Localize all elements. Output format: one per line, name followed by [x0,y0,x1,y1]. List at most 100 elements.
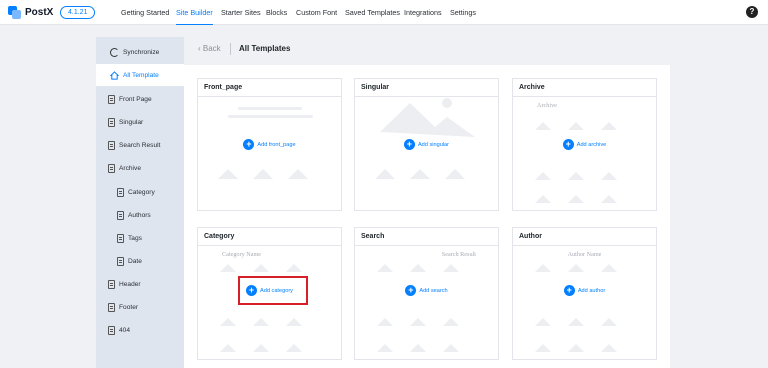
sidebar-item-header[interactable]: Header [96,273,184,295]
card-preview: Search Result + Add search [355,246,498,359]
card-preview: Category Name + Add category [198,246,341,359]
card-title: Author [513,228,656,246]
placeholder-image-icon [535,264,617,352]
sidebar-item-archive[interactable]: Archive [96,157,184,179]
document-icon [108,140,115,150]
document-icon [108,163,115,173]
breadcrumb: ‹ Back All Templates [184,37,670,65]
sidebar-item-category[interactable]: Category [96,181,184,203]
add-label: Add author [577,287,606,294]
sidebar-item-404[interactable]: 404 [96,319,184,341]
card-title: Front_page [198,79,341,97]
nav-getting-started[interactable]: Getting Started [121,0,169,25]
template-card-search: Search Search Result + Add search [354,227,499,360]
sidebar-item-synchronize[interactable]: Synchronize [96,41,184,63]
document-icon [108,325,115,335]
card-title: Search [355,228,498,246]
sidebar-item-label: Tags [128,234,142,242]
document-icon [117,256,124,266]
document-icon [117,210,124,220]
plus-icon: + [563,285,575,296]
template-card-singular: Singular + Add singular [354,78,499,211]
add-singular-button[interactable]: + Add singular [355,139,498,150]
add-label: Add category [260,287,293,294]
sidebar-item-label: Footer [119,303,139,311]
card-preview: + Add front_page [198,97,341,210]
postx-logo-icon [8,6,21,19]
card-title: Archive [513,79,656,97]
template-card-author: Author Author Name + Add author [512,227,657,360]
add-author-button[interactable]: + Add author [513,285,656,296]
placeholder-image-icon [377,264,459,352]
add-label: Add search [419,287,448,294]
placeholder-image-icon [375,98,475,179]
sidebar-item-front-page[interactable]: Front Page [96,88,184,110]
template-card-archive: Archive Archive + Add archive [512,78,657,211]
templates-panel: ‹ Back All Templates Front_page + Add fr… [184,37,670,368]
document-icon [117,233,124,243]
placeholder-image-icon [535,122,617,203]
sidebar-item-label: Authors [128,211,151,219]
nav-blocks[interactable]: Blocks [266,0,287,25]
nav-integrations[interactable]: Integrations [404,0,442,25]
app-name: PostX [25,7,54,18]
sidebar-item-label: All Template [123,71,159,79]
sidebar-item-search-result[interactable]: Search Result [96,134,184,156]
back-link[interactable]: ‹ Back [198,44,221,53]
nav-site-builder[interactable]: Site Builder [176,0,213,25]
document-icon [108,279,115,289]
document-icon [117,187,124,197]
sidebar: Synchronize All Template Front Page Sing… [96,37,184,368]
postx-logo[interactable]: PostX [8,5,53,20]
sidebar-item-label: Header [119,280,141,288]
sidebar-item-label: 404 [119,326,131,334]
sidebar-item-label: Front Page [119,95,152,103]
sidebar-item-label: Singular [119,118,144,126]
help-icon[interactable]: ? [746,6,758,18]
add-label: Add front_page [257,141,296,148]
home-icon [110,70,119,80]
page-title: All Templates [239,44,291,53]
add-label: Add archive [576,141,607,148]
document-icon [108,117,115,127]
template-card-category: Category Category Name + Add category [197,227,342,360]
nav-custom-font[interactable]: Custom Font [296,0,337,25]
template-card-front-page: Front_page + Add front_page [197,78,342,211]
document-icon [108,302,115,312]
plus-icon: + [562,139,574,150]
sync-icon [110,47,119,57]
breadcrumb-divider [230,43,231,55]
sidebar-item-label: Archive [119,164,141,172]
version-badge: 4.1.21 [60,6,96,19]
sidebar-item-label: Synchronize [123,48,160,56]
add-label: Add singular [417,141,450,148]
plus-icon: + [243,139,255,150]
sidebar-item-singular[interactable]: Singular [96,111,184,133]
add-archive-button[interactable]: + Add archive [513,139,656,150]
sidebar-item-label: Category [128,188,155,196]
card-preview: Archive + Add archive [513,97,656,210]
card-title: Category [198,228,341,246]
sidebar-item-label: Date [128,257,142,265]
nav-starter-sites[interactable]: Starter Sites [221,0,261,25]
placeholder-image-icon [218,169,308,179]
plus-icon: + [405,285,417,296]
sidebar-item-label: Search Result [119,141,161,149]
add-front-page-button[interactable]: + Add front_page [198,139,341,150]
add-search-button[interactable]: + Add search [355,285,498,296]
sidebar-item-authors[interactable]: Authors [96,204,184,226]
nav-settings[interactable]: Settings [450,0,476,25]
sidebar-item-footer[interactable]: Footer [96,296,184,318]
nav-saved-templates[interactable]: Saved Templates [345,0,400,25]
card-preview: Author Name + Add author [513,246,656,359]
plus-icon: + [246,285,258,296]
add-category-button[interactable]: + Add category [198,285,341,296]
sidebar-item-tags[interactable]: Tags [96,227,184,249]
sidebar-item-date[interactable]: Date [96,250,184,272]
plus-icon: + [403,139,415,150]
sidebar-item-all-template[interactable]: All Template [96,64,184,86]
card-title: Singular [355,79,498,97]
top-nav-bar: PostX 4.1.21 Getting Started Site Builde… [0,0,768,25]
card-preview: + Add singular [355,97,498,210]
front-page-icon [108,94,115,104]
